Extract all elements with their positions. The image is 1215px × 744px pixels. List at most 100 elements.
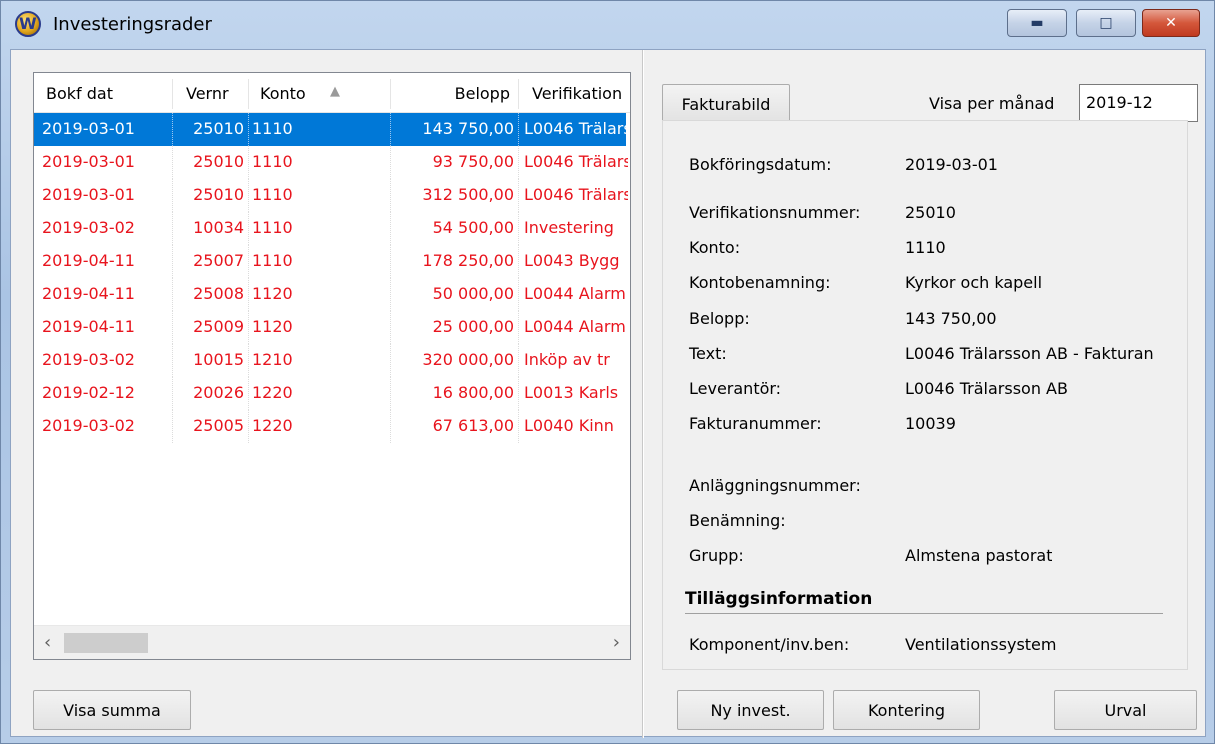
minimize-button[interactable]: ▬ <box>1007 9 1067 37</box>
cell-separator <box>248 212 249 245</box>
bokforingsdatum-label: Bokföringsdatum: <box>689 155 832 174</box>
ny-invest-button[interactable]: Ny invest. <box>677 690 824 730</box>
table-cell: 1210 <box>252 350 293 369</box>
komponent-value: Ventilationssystem <box>905 635 1057 654</box>
table-cell: 2019-03-01 <box>42 185 135 204</box>
cell-separator <box>390 311 391 344</box>
cell-separator <box>390 113 391 146</box>
table-cell: 2019-04-11 <box>42 317 135 336</box>
table-cell: 2019-04-11 <box>42 284 135 303</box>
cell-separator <box>390 212 391 245</box>
column-header-belopp[interactable]: Belopp <box>392 84 510 103</box>
fakturabild-button[interactable]: Fakturabild <box>662 84 790 124</box>
table-cell: L0046 Trälarsson AB <box>524 185 628 204</box>
cell-separator <box>248 146 249 179</box>
title-bar[interactable]: Investeringsrader ▬ □ ✕ <box>1 1 1214 49</box>
maximize-button[interactable]: □ <box>1076 9 1136 37</box>
table-cell: 25010 <box>193 152 244 171</box>
cell-separator <box>172 344 173 377</box>
table-cell: 25008 <box>193 284 244 303</box>
cell-separator <box>248 245 249 278</box>
table-row[interactable]: 2019-04-11 25009 1120 25 000,00 L0044 Alarm <box>34 311 626 344</box>
maximize-icon: □ <box>1099 15 1113 31</box>
details-panel: Bokföringsdatum: 2019-03-01 Verifikation… <box>662 120 1188 670</box>
belopp-value: 143 750,00 <box>905 309 997 328</box>
table-row[interactable]: 2019-03-01 25010 1110 93 750,00 L0046 Trälar… <box>34 146 628 179</box>
scroll-left-icon[interactable]: ‹ <box>44 632 51 653</box>
column-separator <box>518 79 519 109</box>
column-header-bokf-dat[interactable]: Bokf dat <box>46 84 166 103</box>
verifikationsnummer-value: 25010 <box>905 203 956 222</box>
table-cell: 25009 <box>193 317 244 336</box>
minimize-icon: ▬ <box>1030 15 1044 31</box>
table-cell: 2019-03-01 <box>42 119 135 138</box>
kontering-button[interactable]: Kontering <box>833 690 980 730</box>
cell-separator <box>172 245 173 278</box>
table-row[interactable]: 2019-02-12 20026 1220 16 800,00 L0013 Karls <box>34 377 626 410</box>
table-cell: 312 500,00 <box>422 185 514 204</box>
column-header-konto[interactable]: Konto <box>260 84 320 103</box>
scroll-thumb[interactable] <box>64 633 148 653</box>
close-icon: ✕ <box>1165 15 1177 31</box>
table-cell: 25007 <box>193 251 244 270</box>
cell-separator <box>390 146 391 179</box>
horizontal-scrollbar[interactable]: ‹ › <box>34 625 630 659</box>
cell-separator <box>172 179 173 212</box>
text-value: L0046 Trälarsson AB - Fakturan <box>905 344 1154 363</box>
cell-separator <box>248 410 249 443</box>
urval-button[interactable]: Urval <box>1054 690 1197 730</box>
table-cell: 1110 <box>252 251 293 270</box>
benamning-label: Benämning: <box>689 511 786 530</box>
visa-summa-button[interactable]: Visa summa <box>33 690 191 730</box>
komponent-label: Komponent/inv.ben: <box>689 635 850 654</box>
column-separator <box>390 79 391 109</box>
pane-divider[interactable] <box>642 50 644 738</box>
investment-rows-list[interactable]: Bokf dat Vernr Konto ▲ Belopp Verifikati… <box>33 72 631 660</box>
cell-separator <box>248 278 249 311</box>
cell-separator <box>248 179 249 212</box>
cell-separator <box>518 245 519 278</box>
anlaggningsnummer-label: Anläggningsnummer: <box>689 476 861 495</box>
table-cell: L0046 Trälarsson AB <box>524 152 628 171</box>
cell-separator <box>518 311 519 344</box>
table-cell: 16 800,00 <box>432 383 514 402</box>
table-row[interactable]: 2019-03-01 25010 1110 312 500,00 L0046 Träla… <box>34 179 628 212</box>
tillaggsinformation-heading: Tilläggsinformation <box>685 589 873 609</box>
table-row[interactable]: 2019-04-11 25008 1120 50 000,00 L0044 Alarm <box>34 278 626 311</box>
bokforingsdatum-value: 2019-03-01 <box>905 155 998 174</box>
table-row[interactable]: 2019-03-02 10015 1210 320 000,00 Inköp av tr <box>34 344 626 377</box>
month-input[interactable]: 2019-12 <box>1079 84 1198 122</box>
cell-separator <box>172 212 173 245</box>
sort-ascending-icon: ▲ <box>330 84 340 99</box>
text-label: Text: <box>689 344 727 363</box>
client-area: Bokf dat Vernr Konto ▲ Belopp Verifikati… <box>10 49 1206 738</box>
cell-separator <box>518 179 519 212</box>
table-cell: 10015 <box>193 350 244 369</box>
cell-separator <box>248 344 249 377</box>
column-header-verifikation[interactable]: Verifikation <box>532 84 628 103</box>
app-logo-icon[interactable] <box>15 11 41 37</box>
table-cell: 2019-03-02 <box>42 218 135 237</box>
cell-separator <box>518 212 519 245</box>
table-row[interactable]: 2019-03-02 25005 1220 67 613,00 L0040 Kinn <box>34 410 626 443</box>
table-row[interactable]: 2019-04-11 25007 1110 178 250,00 L0043 Bygg <box>34 245 626 278</box>
column-header-vernr[interactable]: Vernr <box>186 84 244 103</box>
table-cell: 54 500,00 <box>432 218 514 237</box>
belopp-label: Belopp: <box>689 309 750 328</box>
table-cell: 1110 <box>252 185 293 204</box>
table-cell: 1120 <box>252 317 293 336</box>
main-window: Investeringsrader ▬ □ ✕ Bokf dat Vernr K… <box>0 0 1215 744</box>
table-cell: L0013 Karls <box>524 383 619 402</box>
fakturanummer-value: 10039 <box>905 414 956 433</box>
table-row[interactable]: 2019-03-01 25010 1110 143 750,00 L0046 Träla… <box>34 113 628 146</box>
window-title: Investeringsrader <box>53 14 212 35</box>
table-cell: L0046 Trälarsson AB <box>524 119 628 138</box>
close-button[interactable]: ✕ <box>1142 9 1200 37</box>
table-row[interactable]: 2019-03-02 10034 1110 54 500,00 Investering <box>34 212 626 245</box>
cell-separator <box>390 410 391 443</box>
cell-separator <box>172 377 173 410</box>
table-cell: L0044 Alarm <box>524 284 626 303</box>
cell-separator <box>172 311 173 344</box>
scroll-right-icon[interactable]: › <box>613 632 620 653</box>
table-cell: 2019-02-12 <box>42 383 135 402</box>
